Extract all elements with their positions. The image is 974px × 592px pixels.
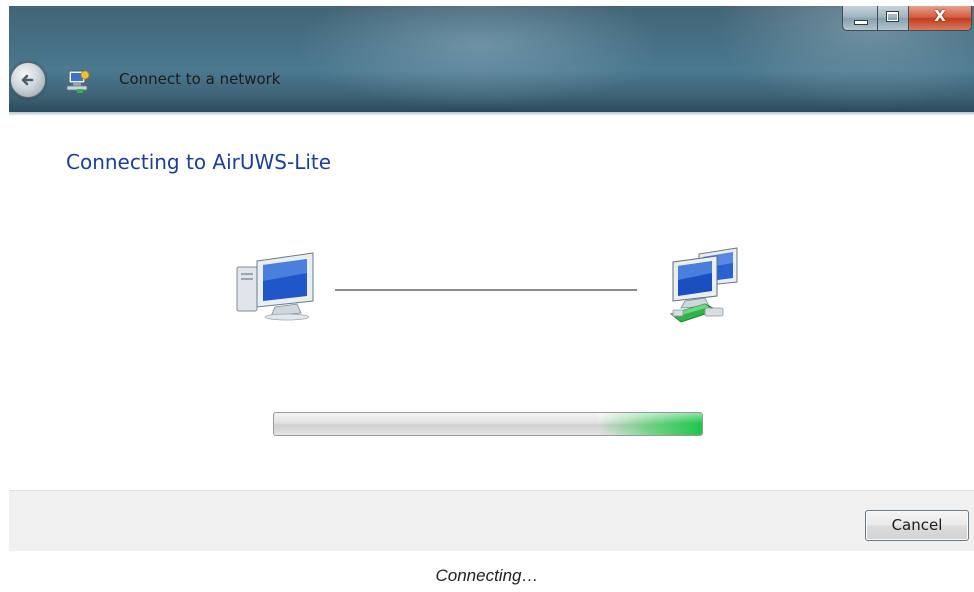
back-button[interactable] [10, 62, 46, 98]
minimize-button[interactable] [842, 6, 878, 31]
maximize-button[interactable] [878, 6, 909, 31]
caption-buttons: X [842, 6, 974, 32]
connecting-heading: Connecting to AirUWS-Lite [66, 150, 332, 174]
connection-progress-bar [273, 412, 703, 436]
close-button[interactable]: X [909, 6, 972, 31]
title-bar-sheen [9, 6, 974, 66]
connection-line [335, 289, 637, 291]
cancel-button[interactable]: Cancel [865, 510, 969, 541]
computer-icon [236, 252, 314, 321]
window-title: Connect to a network [119, 70, 281, 88]
back-arrow-icon [21, 74, 34, 86]
minimize-icon [854, 20, 868, 25]
network-wizard-icon [66, 70, 90, 93]
network-icon [669, 247, 738, 323]
title-divider [9, 112, 974, 115]
progress-marquee [274, 413, 702, 435]
button-bar: Cancel [9, 490, 974, 551]
figure-caption: Connecting… [435, 566, 539, 585]
title-bar[interactable]: Connect to a network X [9, 6, 974, 112]
progress-glow [599, 413, 702, 435]
close-icon: X [934, 7, 946, 25]
connect-network-window: Connect to a network X Connecting to Air… [9, 6, 974, 551]
maximize-icon [886, 11, 899, 22]
